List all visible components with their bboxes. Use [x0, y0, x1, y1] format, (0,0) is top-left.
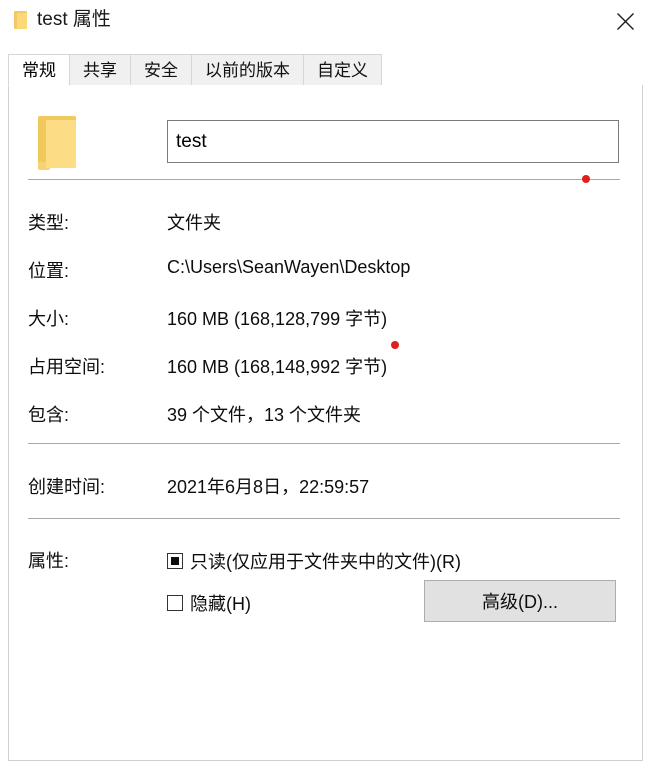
red-dot-name-field	[582, 175, 590, 183]
folder-name-input[interactable]	[167, 120, 619, 163]
tab-security[interactable]: 安全	[130, 54, 192, 86]
value-location: C:\Users\SeanWayen\Desktop	[167, 257, 411, 277]
label-location: 位置:	[28, 261, 70, 281]
value-size-on-disk: 160 MB (168,148,992 字节)	[167, 357, 388, 377]
label-size: 大小:	[28, 309, 70, 329]
separator-bottom	[28, 518, 620, 519]
tab-previous-versions[interactable]: 以前的版本	[191, 54, 304, 86]
separator-middle	[28, 443, 620, 444]
red-dot-disk-size	[391, 341, 399, 349]
label-attributes: 属性:	[28, 551, 70, 571]
advanced-button[interactable]: 高级(D)...	[424, 580, 616, 622]
label-size-on-disk: 占用空间:	[28, 357, 106, 377]
folder-properties-dialog: test 属性 常规 共享 安全 以前的版本 自定义 类型: 文件夹 位置: C	[0, 0, 651, 768]
title-bar: test 属性	[0, 0, 651, 42]
label-contains: 包含:	[28, 405, 70, 425]
tab-general[interactable]: 常规	[8, 54, 70, 86]
value-created: 2021年6月8日，22:59:57	[167, 477, 370, 497]
folder-icon	[14, 10, 28, 30]
tab-sharing[interactable]: 共享	[69, 54, 131, 86]
folder-icon-large	[36, 114, 80, 170]
label-type: 类型:	[28, 213, 70, 233]
tab-strip: 常规 共享 安全 以前的版本 自定义	[0, 42, 651, 86]
window-title: test 属性	[37, 9, 111, 30]
checkbox-readonly-label: 只读(仅应用于文件夹中的文件)(R)	[190, 552, 461, 572]
checkbox-hidden-box[interactable]	[167, 595, 183, 611]
close-icon	[616, 12, 634, 30]
checkbox-readonly-box[interactable]	[167, 553, 183, 569]
close-button[interactable]	[599, 0, 651, 42]
value-contains: 39 个文件，13 个文件夹	[167, 405, 362, 425]
separator-top	[28, 179, 620, 180]
checkbox-hidden[interactable]: 隐藏(H)	[167, 590, 251, 616]
value-size: 160 MB (168,128,799 字节)	[167, 309, 388, 329]
checkbox-hidden-label: 隐藏(H)	[190, 594, 251, 614]
checkbox-readonly[interactable]: 只读(仅应用于文件夹中的文件)(R)	[167, 548, 461, 574]
label-created: 创建时间:	[28, 477, 106, 497]
value-type: 文件夹	[167, 213, 221, 233]
tab-customize[interactable]: 自定义	[303, 54, 382, 86]
